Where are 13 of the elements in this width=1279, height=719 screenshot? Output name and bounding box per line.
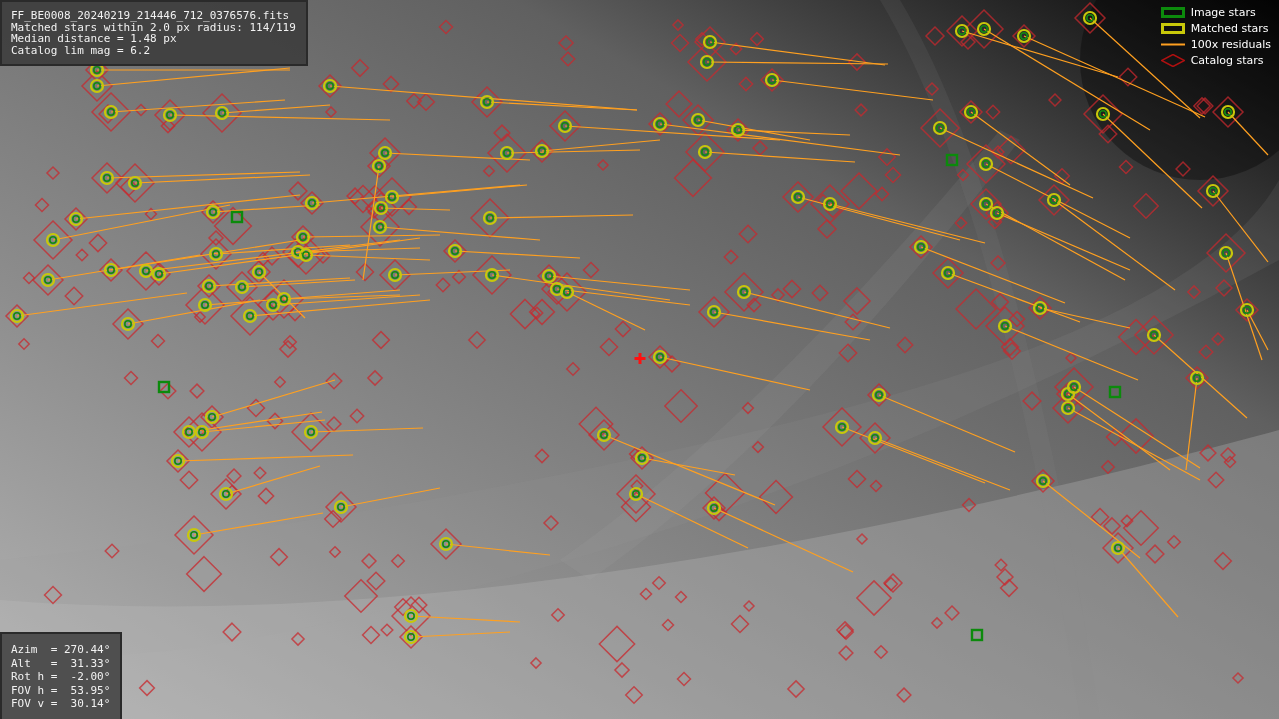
pointing-line: Alt = 31.33°	[11, 657, 111, 671]
info-line: Matched stars within 2.0 px radius: 114/119	[11, 21, 296, 33]
legend-label: 100x residuals	[1190, 38, 1271, 51]
pointing-line: Rot h = -2.00°	[11, 671, 111, 684]
legend-label: Image stars	[1190, 6, 1256, 19]
legend-label: Catalog stars	[1190, 54, 1264, 67]
info-line: Median distance = 1.48 px	[11, 33, 177, 45]
info-line: Catalog lim mag = 6.2	[11, 44, 152, 56]
pointing-line: FOV h = 53.95°	[11, 684, 111, 698]
info-line: FF_BE0008_20240219_214446_712_0376576.fits	[11, 10, 291, 22]
legend-label: Matched stars	[1190, 22, 1269, 35]
pointing-line: FOV v = 30.14°	[11, 698, 111, 711]
pointing-line: Azim = 270.44°	[11, 644, 111, 657]
